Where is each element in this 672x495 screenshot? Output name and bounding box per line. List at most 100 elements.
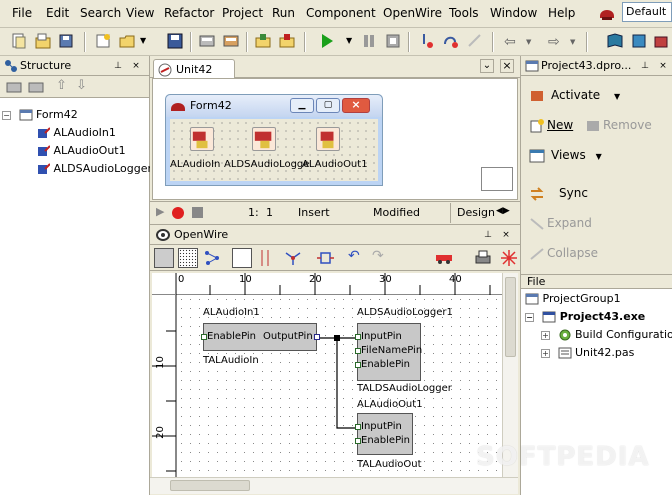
forward-arrow-icon[interactable]: ⇨ — [548, 34, 560, 50]
add-to-project-icon[interactable] — [198, 32, 216, 50]
group-icon[interactable] — [28, 80, 44, 94]
close-icon[interactable]: × — [342, 98, 370, 113]
stop-icon[interactable] — [384, 32, 402, 50]
menu-component[interactable]: Component — [306, 6, 376, 20]
layout-combo[interactable]: Default — [622, 2, 672, 22]
audio-out-component-icon[interactable] — [316, 127, 340, 151]
expand-button[interactable]: Expand — [529, 216, 592, 231]
chevron-down-icon[interactable]: ▼ — [570, 38, 575, 46]
close-icon[interactable]: × — [500, 59, 514, 73]
file-column-header[interactable]: File — [521, 275, 672, 289]
views-button[interactable]: Views ▼ — [529, 148, 602, 163]
menu-help[interactable]: Help — [548, 6, 575, 20]
expand-icon[interactable]: + — [541, 348, 550, 358]
highlight-icon[interactable] — [500, 249, 518, 267]
menu-window[interactable]: Window — [490, 6, 537, 20]
auto-arrange-icon[interactable] — [204, 250, 220, 266]
collapse-icon[interactable]: − — [525, 312, 534, 322]
activate-button[interactable]: Activate ▼ — [529, 88, 620, 103]
undo-icon[interactable]: ↶ — [348, 248, 360, 264]
tab-unit42[interactable]: Unit42 — [153, 59, 235, 79]
form-client-area[interactable]: ALAudioIn ALDSAudioLogge ALAudioOut1 — [170, 119, 378, 181]
record-icon[interactable] — [172, 207, 184, 219]
play-icon[interactable]: ▶ — [156, 205, 164, 218]
open-file-icon[interactable] — [118, 32, 136, 50]
tree-item-unit[interactable]: + Unit42.pas — [541, 345, 634, 361]
chevron-down-icon[interactable]: ▼ — [526, 38, 531, 46]
back-arrow-icon[interactable]: ⇦ — [504, 34, 516, 50]
remove-button[interactable]: Remove — [585, 118, 652, 133]
input-pin[interactable] — [355, 438, 361, 444]
tree-item-project-group[interactable]: ProjectGroup1 — [525, 291, 621, 307]
component-pins-icon[interactable] — [316, 249, 334, 267]
pin-icon[interactable]: ⊥ — [482, 229, 494, 241]
help-book-icon[interactable] — [606, 32, 624, 50]
menu-edit[interactable]: Edit — [46, 6, 69, 20]
menu-search[interactable]: Search — [80, 6, 121, 20]
sync-button[interactable]: Sync — [529, 186, 588, 201]
wire-mode-icon[interactable] — [232, 248, 252, 268]
menu-refactor[interactable]: Refactor — [164, 6, 214, 20]
input-pin[interactable] — [355, 334, 361, 340]
save-all-icon[interactable] — [58, 32, 76, 50]
menu-openwire[interactable]: OpenWire — [383, 6, 442, 20]
minimize-icon[interactable]: ▁ — [290, 98, 314, 113]
chevron-down-icon[interactable]: ▼ — [346, 36, 352, 45]
view-unit-icon[interactable] — [254, 32, 272, 50]
node-audio-out[interactable] — [357, 413, 413, 455]
menu-project[interactable]: Project — [222, 6, 263, 20]
remove-from-project-icon[interactable] — [222, 32, 240, 50]
tree-item-component[interactable]: ALAudioOut1 — [36, 142, 126, 160]
tab-scroll-arrows-icon[interactable]: ◀▶ — [496, 206, 510, 216]
form-preview-thumbnail[interactable] — [481, 167, 513, 191]
horizontal-scrollbar[interactable] — [150, 477, 518, 494]
tool-palette-icon[interactable] — [652, 32, 670, 50]
tree-item-component[interactable]: ALAudioIn1 — [36, 124, 116, 142]
save-icon[interactable] — [166, 32, 184, 50]
input-pin[interactable] — [355, 348, 361, 354]
collapse-icon[interactable]: − — [2, 110, 11, 120]
component-icon[interactable] — [630, 32, 648, 50]
close-icon[interactable]: × — [130, 60, 142, 72]
tree-item-build-configurations[interactable]: + Build Configurations — [541, 327, 672, 343]
run-icon[interactable] — [318, 32, 336, 50]
new-button[interactable]: New — [529, 118, 573, 133]
connect-pins-icon[interactable] — [284, 249, 302, 267]
stop-icon[interactable] — [192, 207, 203, 218]
input-pin[interactable] — [201, 334, 207, 340]
tree-item-project[interactable]: − Project43.exe — [525, 309, 645, 325]
close-icon[interactable]: × — [657, 60, 669, 72]
close-icon[interactable]: × — [500, 229, 512, 241]
tree-item-component[interactable]: ALDSAudioLogger1 — [36, 160, 159, 178]
collapse-button[interactable]: Collapse — [529, 246, 598, 261]
run-to-cursor-icon[interactable] — [466, 32, 484, 50]
chevron-down-icon[interactable]: ▼ — [140, 36, 146, 45]
menu-view[interactable]: View — [126, 6, 154, 20]
output-pin[interactable] — [314, 334, 320, 340]
print-icon[interactable] — [474, 249, 492, 267]
toy-car-icon[interactable] — [434, 251, 454, 265]
align-icon[interactable] — [258, 249, 274, 267]
new-form-icon[interactable] — [94, 32, 112, 50]
trace-into-icon[interactable] — [418, 32, 436, 50]
design-tab[interactable]: Design — [450, 203, 495, 223]
audio-in-component-icon[interactable] — [190, 127, 214, 151]
expand-icon[interactable]: + — [541, 330, 550, 340]
menu-file[interactable]: File — [12, 6, 32, 20]
design-surface[interactable]: Form42 ▁ ▢ × ALAudioIn ALDSAudioLogge AL… — [152, 78, 518, 200]
arrow-down-icon[interactable]: ⇩ — [76, 78, 87, 93]
pin-icon[interactable]: ⊥ — [112, 60, 124, 72]
maximize-icon[interactable]: ▢ — [316, 98, 340, 113]
arrow-up-icon[interactable]: ⇧ — [56, 78, 67, 93]
new-items-icon[interactable] — [10, 32, 28, 50]
group-icon[interactable] — [6, 80, 22, 94]
input-pin[interactable] — [355, 362, 361, 368]
scrollbar-thumb[interactable] — [505, 277, 516, 357]
view-form-icon[interactable] — [278, 32, 296, 50]
view-mode-icon[interactable] — [154, 248, 174, 268]
tree-item-form[interactable]: − Form42 — [2, 106, 78, 124]
audio-logger-component-icon[interactable] — [252, 127, 276, 151]
grid-icon[interactable] — [178, 248, 198, 268]
pause-icon[interactable] — [360, 32, 378, 50]
vertical-scrollbar[interactable] — [502, 273, 518, 477]
